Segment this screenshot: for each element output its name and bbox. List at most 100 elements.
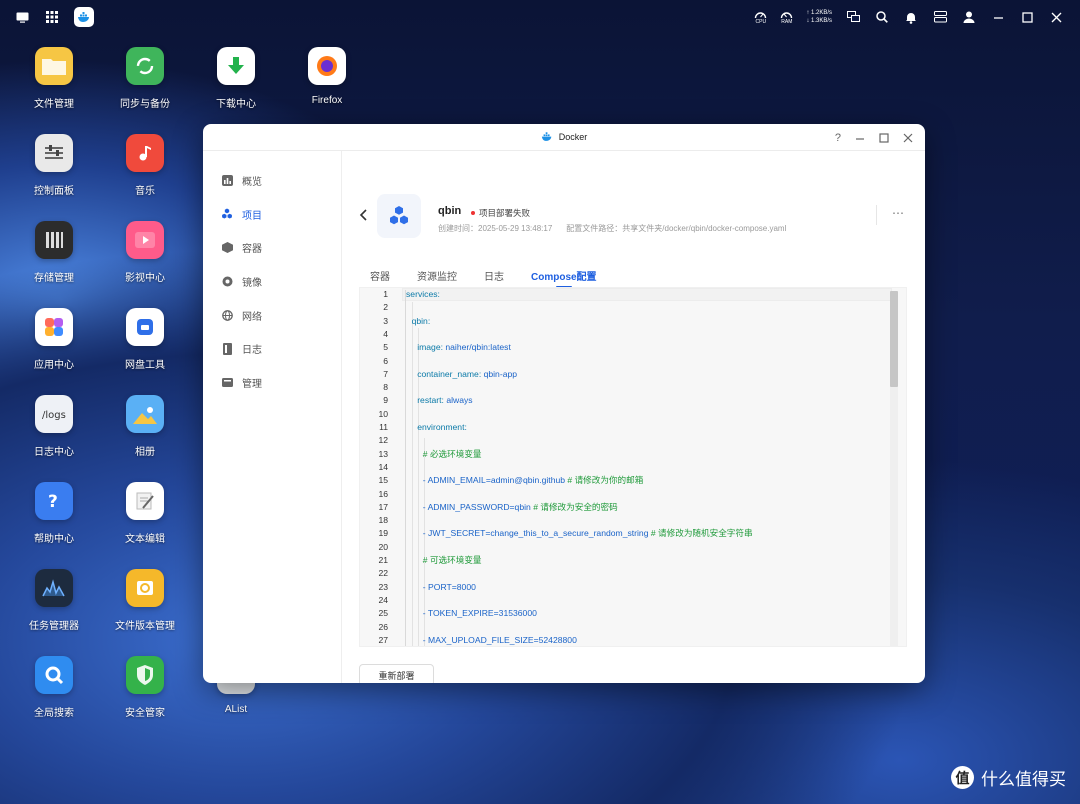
desktop-icon-global-search[interactable]: 全局搜索 — [12, 656, 96, 719]
window-title: Docker — [558, 132, 588, 142]
code-line: 2 — [360, 301, 906, 314]
header-divider — [876, 205, 877, 225]
network-speed[interactable]: ↑ 1.2KB/s ↓ 1.3KB/s — [806, 9, 832, 25]
code-line: 6 — [360, 355, 906, 368]
desktop-icon-task-manager[interactable]: 任务管理器 — [12, 569, 96, 632]
sidebar-item-project[interactable]: 项目 — [203, 198, 341, 232]
tab-3[interactable]: Compose配置 — [531, 268, 597, 288]
close-icon[interactable] — [1048, 9, 1064, 25]
sidebar-item-label: 网络 — [242, 311, 262, 323]
desktop-icon-label: 日志中心 — [34, 447, 74, 458]
desktop-icon-label: 音乐 — [135, 186, 155, 197]
user-avatar-icon[interactable] — [961, 9, 977, 25]
compose-editor[interactable]: 1 services: 2 3 qbin: 4 5 image: naiher/qbin:la… — [359, 287, 907, 647]
svg-text:/logs: /logs — [42, 410, 66, 421]
docker-window: Docker ? 概览 项目 容器 镜像 网络 日志 管理 qbin 项目部署失败 创建时间… — [203, 124, 925, 683]
code-line: 7 container_name: qbin-app — [360, 368, 906, 381]
overview-icon — [221, 175, 233, 187]
desktop-icon-sliders[interactable]: 控制面板 — [12, 134, 96, 197]
desktop-icon-apps[interactable]: 应用中心 — [12, 308, 96, 371]
code-line: 13 # 必选环境变量 — [360, 448, 906, 461]
code-line: 8 — [360, 381, 906, 394]
desktop-icon-cloud-drive[interactable]: 网盘工具 — [103, 308, 187, 371]
watermark: 值 什么值得买 — [951, 765, 1066, 790]
desktop-icon-text-edit[interactable]: 文本编辑 — [103, 482, 187, 545]
global-search-icon — [35, 656, 73, 694]
back-arrow-icon[interactable] — [359, 208, 369, 222]
desktop-icon-label: 帮助中心 — [34, 534, 74, 545]
widgets-icon[interactable] — [932, 9, 948, 25]
window-titlebar[interactable]: Docker ? — [203, 124, 925, 151]
more-options-icon[interactable]: ⋯ — [892, 206, 905, 220]
redeploy-button[interactable]: 重新部署 — [359, 664, 434, 683]
line-number: 1 — [383, 289, 388, 299]
status-dot-icon — [471, 211, 475, 215]
minimize-icon[interactable] — [990, 9, 1006, 25]
app-grid-icon[interactable] — [44, 9, 60, 25]
code-token: - JWT_SECRET=change_this_to_a_secure_ran… — [422, 528, 651, 539]
manage-icon — [221, 376, 233, 388]
code-line: 12 — [360, 434, 906, 447]
desktop-icon-video[interactable]: 影视中心 — [103, 221, 187, 284]
desktop-icon-label: 存储管理 — [34, 273, 74, 284]
desktop-icon-logs[interactable]: /logs 日志中心 — [12, 395, 96, 458]
multi-screen-icon[interactable] — [845, 9, 861, 25]
maximize-icon[interactable] — [1019, 9, 1035, 25]
desktop-icon-label: 文件版本管理 — [115, 621, 175, 632]
code-text: - JWT_SECRET=change_this_to_a_secure_ran… — [423, 527, 753, 540]
code-line: 18 — [360, 514, 906, 527]
search-icon[interactable] — [874, 9, 890, 25]
sidebar-item-label: 项目 — [242, 210, 262, 222]
desktop-icon-help[interactable]: ? 帮助中心 — [12, 482, 96, 545]
desktop-icon-firefox[interactable]: Firefox — [285, 47, 369, 106]
desktop-icon-file-version[interactable]: 文件版本管理 — [103, 569, 187, 632]
cpu-gauge[interactable]: CPU — [754, 10, 767, 25]
watermark-badge: 值 — [951, 766, 974, 789]
help-button[interactable]: ? — [835, 132, 841, 144]
ram-gauge[interactable]: RAM — [780, 10, 793, 25]
window-minimize-icon[interactable] — [855, 133, 865, 143]
code-line: 19 - JWT_SECRET=change_this_to_a_secure_r… — [360, 527, 906, 540]
window-maximize-icon[interactable] — [879, 132, 889, 143]
desktop-icon-folder[interactable]: 文件管理 — [12, 47, 96, 110]
logs-icon: /logs — [35, 395, 73, 433]
project-icon — [221, 208, 233, 220]
docker-taskbar-icon[interactable] — [74, 7, 94, 27]
help-icon: ? — [35, 482, 73, 520]
sidebar-item-log[interactable]: 日志 — [203, 332, 341, 366]
code-token: - PORT=8000 — [422, 581, 476, 592]
tab-1[interactable]: 资源监控 — [417, 268, 457, 288]
desktop-icon-storage[interactable]: 存储管理 — [12, 221, 96, 284]
desktop-icon-photo[interactable]: 相册 — [103, 395, 187, 458]
tab-2[interactable]: 日志 — [484, 268, 504, 288]
notification-bell-icon[interactable] — [903, 9, 919, 25]
project-detail: qbin 项目部署失败 创建时间：2025-05-29 13:48:17 配置文… — [343, 151, 925, 683]
code-line: 20 — [360, 541, 906, 554]
sidebar-item-manage[interactable]: 管理 — [203, 366, 341, 400]
desktop-icon-sync[interactable]: 同步与备份 — [103, 47, 187, 110]
code-text: # 必选环境变量 — [423, 448, 482, 461]
desktop-icon-download[interactable]: 下载中心 — [194, 47, 278, 110]
sidebar-item-network[interactable]: 网络 — [203, 298, 341, 332]
sidebar-item-image[interactable]: 镜像 — [203, 265, 341, 299]
tab-0[interactable]: 容器 — [370, 268, 390, 288]
code-token: # 请修改为安全的密码 — [533, 501, 618, 512]
sidebar-item-container[interactable]: 容器 — [203, 231, 341, 265]
watermark-text: 什么值得买 — [981, 770, 1066, 789]
apps-icon — [35, 308, 73, 346]
desktop-icon-music[interactable]: 音乐 — [103, 134, 187, 197]
code-line: 11 environment: — [360, 421, 906, 434]
desktop-icon-label: 同步与备份 — [120, 99, 170, 110]
code-token: # 可选环境变量 — [422, 555, 482, 565]
desktop-icon-label: 下载中心 — [216, 99, 256, 110]
line-number: 11 — [379, 422, 388, 432]
code-token: - ADMIN_EMAIL=admin@qbin.github — [422, 475, 568, 486]
desktop-icon-label: 控制面板 — [34, 186, 74, 197]
sidebar-item-overview[interactable]: 概览 — [203, 164, 341, 198]
show-desktop-icon[interactable] — [14, 9, 30, 25]
project-status: 项目部署失败 — [471, 207, 530, 219]
desktop-icon-security[interactable]: 安全管家 — [103, 656, 187, 719]
window-close-icon[interactable] — [903, 133, 913, 143]
line-number: 9 — [383, 395, 388, 406]
line-number: 26 — [378, 621, 388, 632]
